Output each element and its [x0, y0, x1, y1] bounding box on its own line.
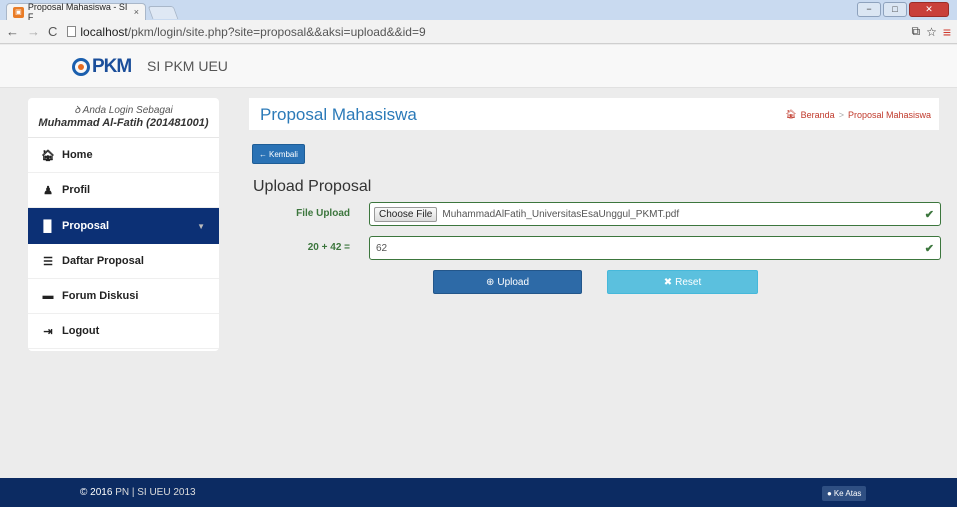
- close-icon: ✖: [663, 276, 673, 288]
- arrow-up-icon: ●: [827, 489, 832, 498]
- minimize-button[interactable]: −: [857, 2, 881, 17]
- site-header: PKM SI PKM UEU: [0, 45, 957, 88]
- user-icon: ♟: [43, 184, 53, 197]
- sidebar-item-home[interactable]: 🏠︎ Home: [28, 138, 219, 173]
- window-controls: − □ ✕: [857, 2, 949, 17]
- user-name: Muhammad Al-Fatih (201481001): [38, 117, 209, 129]
- login-as-text: Anda Login Sebagai: [82, 105, 173, 116]
- url-host: localhost: [80, 24, 128, 39]
- copyright-text: PN | SI UEU 2013: [115, 487, 196, 498]
- browser-tab[interactable]: ▣ Proposal Mahasiswa - SI F ×: [6, 2, 146, 22]
- maximize-button[interactable]: □: [883, 2, 907, 17]
- back-to-top-button[interactable]: ● Ke Atas: [822, 486, 867, 501]
- reload-icon[interactable]: C: [48, 24, 57, 39]
- caret-down-icon: ▼: [197, 221, 205, 231]
- file-upload-field[interactable]: Choose File MuhammadAlFatih_UniversitasE…: [369, 202, 941, 226]
- arrow-left-icon: ←: [259, 149, 267, 159]
- favicon-icon: ▣: [13, 6, 24, 18]
- back-button-label: Kembali: [269, 149, 298, 159]
- new-tab-button[interactable]: [147, 6, 179, 19]
- file-upload-label: File Upload: [296, 208, 350, 219]
- logout-icon: ⇥: [43, 325, 53, 338]
- browser-toolbar: ← → C localhost/pkm/login/site.php?site=…: [0, 20, 957, 44]
- browser-menu-icon[interactable]: ≡: [943, 24, 951, 40]
- upload-button[interactable]: ⊕ Upload: [433, 270, 582, 294]
- sidebar-item-profil[interactable]: ♟ Profil: [28, 173, 219, 208]
- forward-arrow-icon[interactable]: →: [27, 24, 40, 39]
- reset-button-label: Reset: [675, 276, 702, 288]
- home-icon: 🏠︎: [785, 109, 797, 119]
- home-icon: 🏠︎: [41, 149, 55, 162]
- sidebar-item-logout[interactable]: ⇥ Logout: [28, 314, 219, 349]
- section-title: Upload Proposal: [253, 178, 372, 195]
- tab-close-icon[interactable]: ×: [134, 7, 139, 17]
- sidebar-item-label: Logout: [62, 325, 100, 337]
- comment-icon: ▬: [42, 290, 54, 302]
- file-name: MuhammadAlFatih_UniversitasEsaUnggul_PKM…: [442, 208, 680, 220]
- window-close-button[interactable]: ✕: [909, 2, 949, 17]
- breadcrumb-separator: >: [838, 109, 844, 120]
- breadcrumb-current: Proposal Mahasiswa: [847, 109, 931, 120]
- back-arrow-icon[interactable]: ←: [6, 24, 19, 39]
- tab-title: Proposal Mahasiswa - SI F: [27, 2, 128, 22]
- logo-mark-icon: [72, 58, 90, 76]
- page-title: Proposal Mahasiswa: [260, 105, 417, 124]
- breadcrumb-beranda[interactable]: Beranda: [801, 110, 835, 120]
- sidebar-item-proposal[interactable]: ▉ Proposal ▼: [28, 208, 219, 244]
- breadcrumb: 🏠︎ Beranda > Proposal Mahasiswa: [785, 109, 931, 120]
- captcha-label: 20 + 42 =: [307, 242, 350, 253]
- pkm-logo[interactable]: PKM: [72, 54, 132, 80]
- captcha-input[interactable]: 62 ✔: [369, 236, 941, 260]
- bookmark-star-icon[interactable]: ☆: [926, 25, 937, 39]
- sidebar: ꝺ Anda Login Sebagai Muhammad Al-Fatih (…: [28, 98, 219, 351]
- check-icon: ✔: [924, 209, 934, 221]
- sidebar-item-label: Profil: [62, 184, 91, 196]
- site-name[interactable]: SI PKM UEU: [147, 58, 228, 74]
- user-box: ꝺ Anda Login Sebagai Muhammad Al-Fatih (…: [28, 98, 219, 138]
- upload-icon: ⊕: [485, 276, 495, 288]
- upload-button-label: Upload: [497, 276, 530, 288]
- sidebar-item-daftar-proposal[interactable]: ☰ Daftar Proposal: [28, 244, 219, 279]
- file-icon: ▉: [43, 220, 53, 233]
- sidebar-item-label: Daftar Proposal: [62, 255, 144, 267]
- logo-text: PKM: [92, 56, 132, 77]
- reset-button[interactable]: ✖ Reset: [607, 270, 758, 294]
- copyright-year: © 2016: [80, 487, 113, 498]
- sidebar-item-forum-diskusi[interactable]: ▬ Forum Diskusi: [28, 279, 219, 314]
- captcha-value: 62: [376, 242, 388, 254]
- list-icon: ☰: [43, 255, 53, 268]
- user-icon: ꝺ: [74, 105, 83, 116]
- browser-titlebar: ▣ Proposal Mahasiswa - SI F × − □ ✕: [0, 0, 957, 22]
- choose-file-button[interactable]: Choose File: [374, 206, 438, 222]
- page-icon: [67, 26, 77, 37]
- sidebar-item-label: Forum Diskusi: [62, 290, 139, 302]
- back-to-top-label: Ke Atas: [833, 489, 862, 498]
- back-button[interactable]: ← Kembali: [252, 144, 305, 164]
- check-icon: ✔: [924, 243, 934, 255]
- footer: © 2016 PN | SI UEU 2013 ● Ke Atas: [0, 478, 957, 507]
- copyright: © 2016 PN | SI UEU 2013: [80, 487, 196, 498]
- translate-icon[interactable]: ⧉: [911, 24, 920, 39]
- url-path: /pkm/login/site.php?site=proposal&&aksi=…: [127, 24, 426, 39]
- sidebar-item-label: Proposal: [62, 220, 110, 232]
- page-header: Proposal Mahasiswa 🏠︎ Beranda > Proposal…: [249, 98, 939, 130]
- address-bar[interactable]: localhost/pkm/login/site.php?site=propos…: [65, 23, 885, 41]
- sidebar-item-label: Home: [62, 149, 93, 161]
